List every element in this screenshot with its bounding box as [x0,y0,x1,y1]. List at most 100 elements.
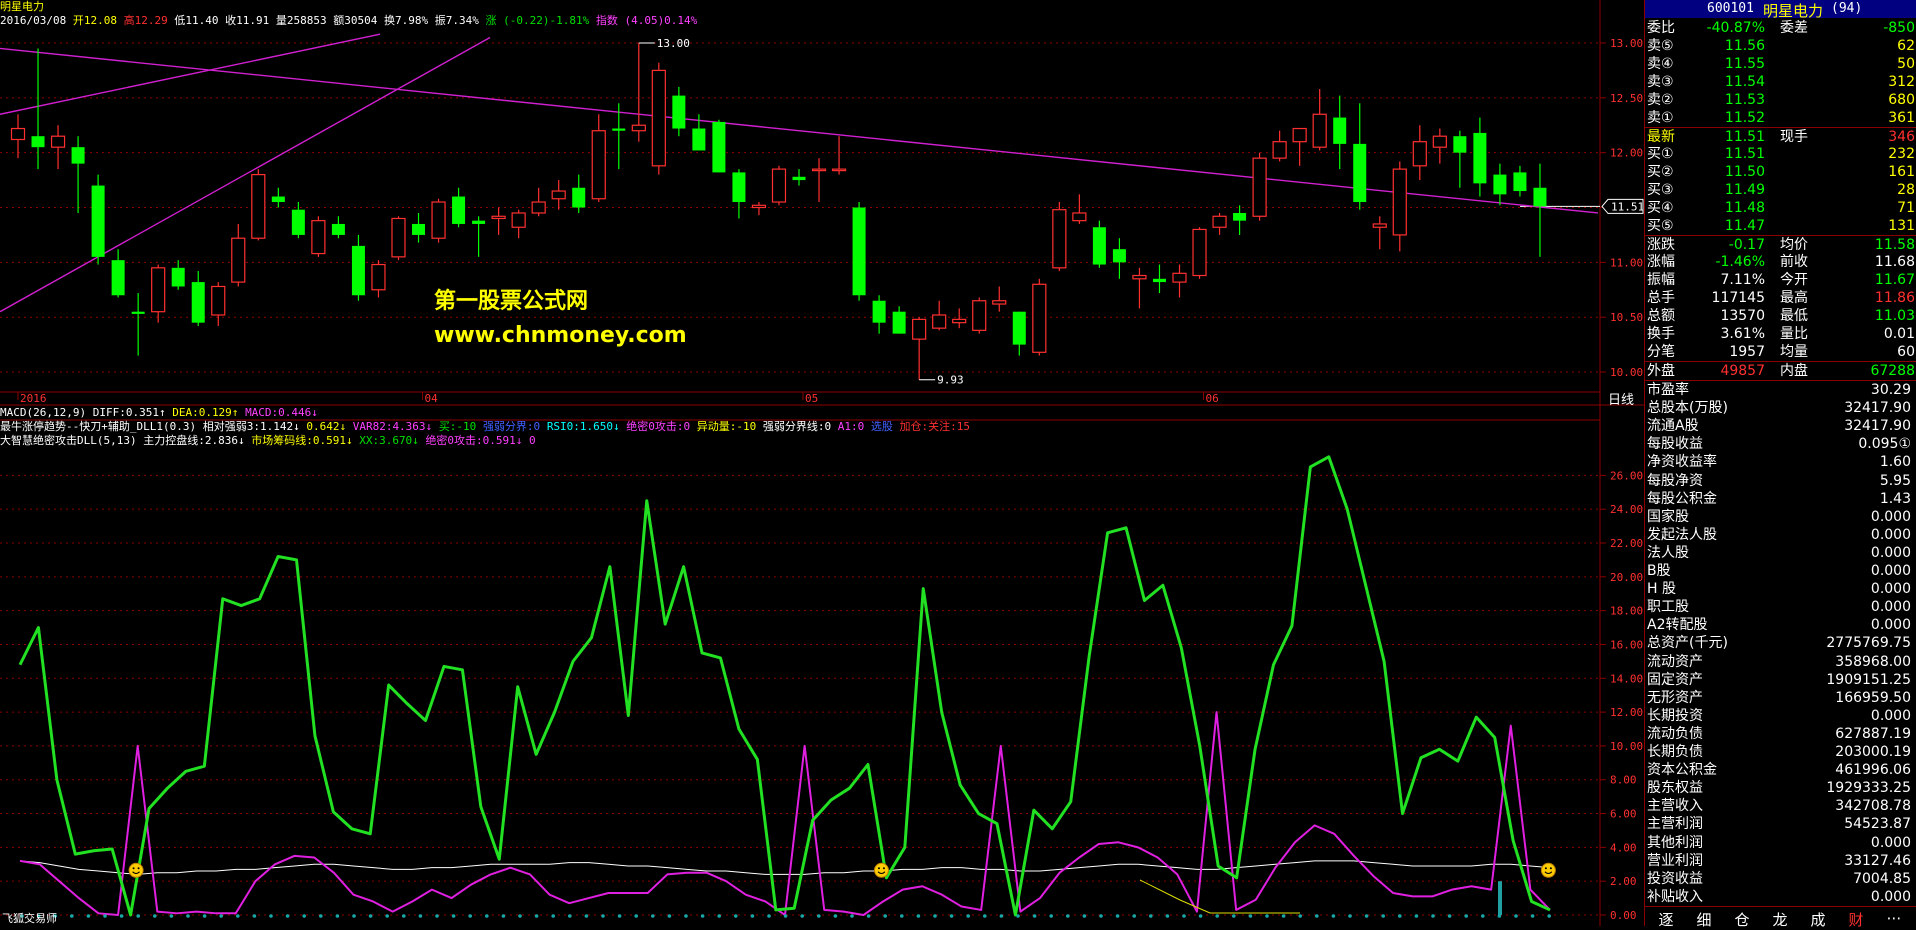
sell-order-price: 11.56 [1724,38,1765,54]
fundamental-row: 长期投资 0.000 [1645,707,1916,725]
signal-dot [601,914,605,918]
stat-label: 振幅 [1647,272,1675,288]
signal-dot [1364,914,1369,918]
fundamental-label: 净资收益率 [1647,454,1717,471]
signal-dot [568,914,572,918]
sell-order-price: 11.52 [1724,110,1765,126]
fundamental-row: 法人股 0.000 [1645,544,1916,562]
panel-tab[interactable]: 细 [1685,909,1723,930]
candle-body [1012,311,1026,345]
candle-body [491,215,506,220]
candle-body [1353,143,1367,203]
signal-dot [1115,914,1120,918]
signal-dot [1082,914,1087,918]
signal-dot [1447,914,1452,918]
stat-row: 换手 3.61% 量比 0.01 [1645,325,1916,343]
fundamental-row: 职工股 0.000 [1645,598,1916,616]
candle-body [1453,136,1467,153]
date-tick-label: 04 [425,392,439,405]
fundamental-row: 营业利润 33127.46 [1645,852,1916,870]
candle-body [31,136,45,148]
panel-tab[interactable]: 龙 [1761,909,1799,930]
latest-value: 11.51 [1724,129,1765,145]
signal-dot [335,914,340,918]
signal-dot [402,914,406,918]
fundamental-label: 补贴收入 [1647,888,1703,905]
fundamental-row: 发起法人股 0.000 [1645,526,1916,544]
fundamental-label: 法人股 [1647,544,1689,561]
diff-value: -850 [1883,20,1915,36]
market-chip-line: 市场筹码线:0.591↓ [251,434,353,447]
panel-tab[interactable]: 逐 [1647,909,1685,930]
buy-order-row[interactable]: 买③ 11.49 28 [1645,181,1916,199]
sell-order-row[interactable]: 卖③ 11.54 312 [1645,73,1916,91]
stock-name-title: 明星电力 [0,0,44,13]
candle-body [651,69,666,167]
stat-value-2: 11.58 [1874,237,1915,253]
panel-tab[interactable]: 仓 [1723,909,1761,930]
inner-value: 67288 [1870,363,1915,379]
secret-attack-2: 绝密0攻击:0.591↓ [425,434,523,447]
candle-body [732,172,746,203]
panel-tab[interactable]: 成 [1799,909,1837,930]
fundamental-label: B股 [1647,563,1671,579]
candle-body [1473,132,1487,184]
fundamental-value: 0.000 [1870,888,1911,905]
stat-label-2: 最低 [1780,308,1808,324]
smiley-icon [1540,862,1556,878]
fundamental-label: 长期负债 [1647,744,1703,760]
stat-row: 总额 13570 最低 11.03 [1645,307,1916,325]
fundamental-value: 0.000 [1870,508,1911,525]
fundamental-value: 2775769.75 [1826,635,1911,652]
price-tick-label: 12.50 [1610,92,1643,105]
sell-order-row[interactable]: 卖② 11.53 680 [1645,91,1916,109]
index-change-value: 指数 (4.05)0.14% [595,14,698,27]
price-tick-label: 12.00 [1610,147,1643,160]
title-bar: 明星电力 [0,0,1600,14]
rel-strength: 相对强弱3:1.142↓ [202,420,300,433]
stock-code: 600101 [1707,1,1754,16]
candle-body [151,267,166,313]
signal-dot [667,914,672,918]
latest-label: 最新 [1647,129,1675,145]
stat-label-2: 前收 [1780,254,1808,270]
buy-order-row[interactable]: 买② 11.50 161 [1645,163,1916,181]
smiley-face [128,862,144,878]
buy-order-row[interactable]: 买⑤ 11.47 131 [1645,217,1916,235]
panel-tab[interactable]: 财 [1837,909,1875,930]
signal-dot [1281,914,1286,918]
candle-body [1233,212,1247,221]
sell-order-row[interactable]: 卖① 11.52 361 [1645,109,1916,127]
stat-label: 涨跌 [1647,237,1675,253]
trough-price-label: 9.93 [937,374,964,387]
date-tick-label: 05 [805,392,818,405]
signal-dot [617,914,622,918]
candle-body [1092,227,1106,265]
fundamental-label: 流动负债 [1647,725,1703,742]
smiley-eye [132,867,135,870]
macd-dea: DEA:0.129↑ [172,406,239,419]
fundamental-label: 长期投资 [1647,707,1703,724]
amplitude-value: 7.34% [445,14,479,27]
buy-order-row[interactable]: 买④ 11.48 71 [1645,199,1916,217]
low-value: 11.40 [185,14,219,27]
sell-order-row[interactable]: 卖④ 11.55 50 [1645,55,1916,73]
candle-body [712,121,726,173]
sell-order-row[interactable]: 卖⑤ 11.56 62 [1645,37,1916,55]
fundamental-value: 0.000 [1870,544,1911,561]
fundamental-value: 166959.50 [1835,689,1911,706]
signal-dot [518,914,522,918]
buy-signal: 买:-10 [438,420,477,433]
signal-dot [850,914,854,918]
chart-area[interactable]: 13.0012.5012.0011.5011.0010.5010.0011.51… [0,0,1644,926]
stat-value: 3.61% [1720,326,1765,342]
signal-dot [933,914,937,918]
fundamental-label: 营业利润 [1647,852,1703,869]
signal-dot [1414,914,1419,918]
signal-dot [684,914,688,918]
signal-dot [817,914,821,918]
buy-order-row[interactable]: 买① 11.51 232 [1645,145,1916,163]
fundamental-row: 流动资产 358968.00 [1645,653,1916,671]
panel-tab[interactable]: ⋯ [1875,909,1913,927]
open-label: 开 [72,14,84,27]
